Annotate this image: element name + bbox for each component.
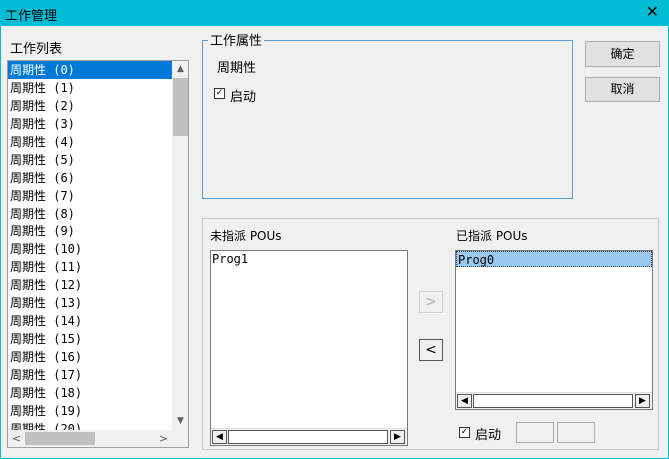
task-list-item[interactable]: 周期性 (7)	[8, 187, 172, 205]
scroll-down-icon[interactable]: ▼	[172, 413, 188, 430]
unassigned-pous-list[interactable]: Prog1 ◀ ▶	[210, 250, 408, 446]
task-list-item[interactable]: 周期性 (2)	[8, 97, 172, 115]
assign-button[interactable]: >	[419, 291, 443, 313]
task-list-item[interactable]: 周期性 (12)	[8, 276, 172, 294]
task-list-item[interactable]: 周期性 (5)	[8, 151, 172, 169]
close-icon[interactable]: ✕	[646, 3, 659, 21]
task-list-item[interactable]: 周期性 (16)	[8, 348, 172, 366]
cancel-button[interactable]: 取消	[585, 77, 660, 102]
hscroll-thumb[interactable]	[25, 432, 95, 445]
vscroll-thumb[interactable]	[173, 78, 188, 136]
pou-enable-label: 启动	[475, 428, 502, 443]
scroll-up-icon[interactable]: ▲	[172, 61, 188, 78]
task-list-item[interactable]: 周期性 (9)	[8, 222, 172, 240]
task-list-label: 工作列表	[10, 42, 63, 57]
task-list-vscrollbar[interactable]: ▲ ▼	[172, 61, 188, 430]
properties-group	[202, 40, 573, 199]
task-list-item[interactable]: 周期性 (6)	[8, 169, 172, 187]
unassigned-hscrollbar[interactable]: ◀ ▶	[211, 428, 407, 445]
scroll-right-icon[interactable]: >	[155, 430, 172, 447]
window-title: 工作管理	[5, 9, 58, 24]
task-list-item[interactable]: 周期性 (10)	[8, 240, 172, 258]
task-list-item[interactable]: 周期性 (11)	[8, 258, 172, 276]
pou-enable-checkbox[interactable]: ✓	[459, 427, 470, 438]
task-list-item[interactable]: 周期性 (1)	[8, 79, 172, 97]
arrow-left-icon[interactable]: ◀	[457, 394, 472, 408]
unassigned-rows: Prog1	[211, 251, 407, 267]
assigned-hscrollbar[interactable]: ◀ ▶	[456, 392, 652, 409]
ok-button[interactable]: 确定	[585, 41, 660, 67]
unassigned-pou-item[interactable]: Prog1	[211, 251, 407, 267]
enable-checkbox[interactable]: ✓	[214, 88, 225, 99]
assigned-hscroll-track[interactable]	[473, 394, 633, 408]
task-list-item[interactable]: 周期性 (4)	[8, 133, 172, 151]
arrow-right-icon[interactable]: ▶	[390, 430, 405, 444]
task-list-item[interactable]: 周期性 (14)	[8, 312, 172, 330]
task-list[interactable]: 周期性 (0) 周期性 (1) 周期性 (2) 周期性 (3) 周期性 (4) 周期性 (…	[7, 60, 189, 448]
unassigned-hscroll-track[interactable]	[228, 430, 388, 444]
title-bar: 工作管理 ✕	[0, 0, 669, 26]
task-list-hscrollbar[interactable]: < >	[8, 430, 172, 447]
properties-legend: 工作属性	[208, 30, 265, 49]
task-type-label: 周期性	[217, 61, 257, 76]
assigned-pous-label: 已指派 POUs	[456, 229, 528, 243]
scroll-left-icon[interactable]: <	[8, 430, 25, 447]
task-list-item[interactable]: 周期性 (19)	[8, 402, 172, 420]
blank-button-2[interactable]	[557, 422, 595, 443]
unassign-button[interactable]: <	[419, 339, 443, 361]
task-list-item[interactable]: 周期性 (15)	[8, 330, 172, 348]
task-list-item[interactable]: 周期性 (0)	[8, 61, 172, 79]
assigned-pous-list[interactable]: Prog0 ◀ ▶	[455, 250, 653, 410]
arrow-right-icon[interactable]: ▶	[635, 394, 650, 408]
task-list-item[interactable]: 周期性 (13)	[8, 294, 172, 312]
enable-label: 启动	[230, 90, 257, 105]
task-list-item[interactable]: 周期性 (3)	[8, 115, 172, 133]
arrow-left-icon[interactable]: ◀	[212, 430, 227, 444]
assigned-pou-item[interactable]: Prog0	[456, 251, 652, 267]
scroll-corner	[172, 430, 188, 447]
assigned-rows: Prog0	[456, 251, 652, 267]
task-list-items: 周期性 (0) 周期性 (1) 周期性 (2) 周期性 (3) 周期性 (4) 周期性 (…	[8, 61, 172, 438]
unassigned-pous-label: 未指派 POUs	[210, 229, 282, 243]
task-list-item[interactable]: 周期性 (8)	[8, 205, 172, 223]
task-list-item[interactable]: 周期性 (17)	[8, 366, 172, 384]
task-list-item[interactable]: 周期性 (18)	[8, 384, 172, 402]
blank-button-1[interactable]	[516, 422, 554, 443]
